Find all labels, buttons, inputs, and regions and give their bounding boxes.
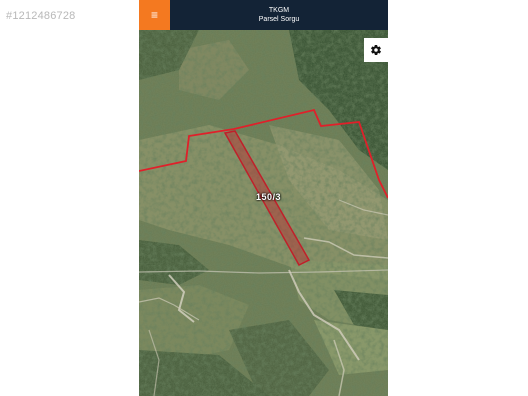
listing-id-watermark: #1212486728 [6, 10, 76, 22]
app-screen: ≡ TKGM Parsel Sorgu 150/3 [139, 0, 388, 396]
menu-button[interactable]: ≡ [139, 0, 170, 30]
ground-texture [139, 30, 388, 396]
settings-button[interactable] [364, 38, 388, 62]
gear-icon [371, 45, 381, 55]
page: #1212486728 ≡ TKGM Parsel Sorgu 150/3 [0, 0, 528, 396]
header-titles: TKGM Parsel Sorgu [170, 0, 388, 30]
app-subtitle: Parsel Sorgu [258, 16, 300, 23]
satellite-map[interactable] [139, 30, 388, 396]
hamburger-icon: ≡ [150, 8, 158, 22]
app-title: TKGM [268, 7, 290, 14]
parcel-label: 150/3 [256, 192, 282, 202]
app-header: ≡ TKGM Parsel Sorgu [139, 0, 388, 30]
